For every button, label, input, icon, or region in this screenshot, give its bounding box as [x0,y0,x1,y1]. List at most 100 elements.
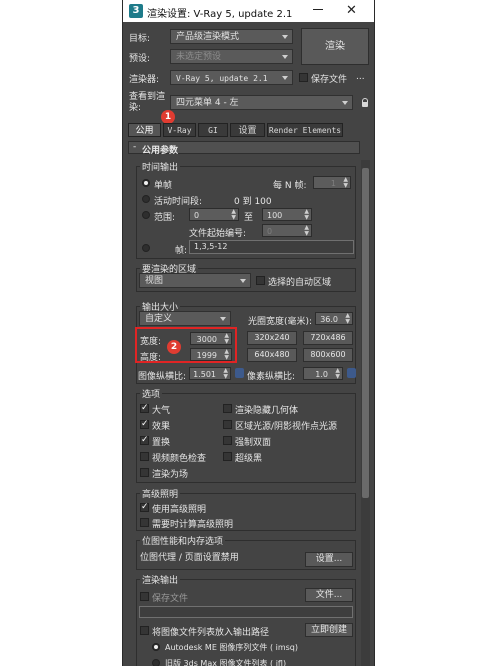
auto-region-checkbox[interactable] [256,276,265,285]
minimize-icon[interactable] [313,9,323,10]
effects-label: 效果 [152,422,171,432]
pixel-aspect-lock-icon[interactable] [347,368,356,378]
create-now-button[interactable]: 立即创建 [305,623,353,637]
every-n-value: 1 [330,179,336,188]
use-advanced-lighting-checkbox[interactable]: ✓ [140,503,149,512]
hidden-geometry-checkbox[interactable] [223,404,232,413]
atmosphere-checkbox[interactable]: ✓ [140,404,149,413]
render-setup-window: 3 渲染设置: V-Ray 5, update 2.1 ✕ 目标: 产品级渲染模… [122,0,375,666]
force-two-sided-checkbox[interactable] [223,436,232,445]
chevron-down-icon [342,101,348,105]
effects-checkbox[interactable]: ✓ [140,420,149,429]
active-segment-range: 0 到 100 [234,197,272,207]
preset-720x486-button[interactable]: 720x486 [303,331,353,345]
area-lights-checkbox[interactable] [223,420,232,429]
view-dropdown[interactable]: 四元菜单 4 - 左 [170,95,353,110]
preset-800x600-button[interactable]: 800x600 [303,348,353,362]
view-value: 四元菜单 4 - 左 [176,98,239,108]
options-title: 选项 [140,387,163,400]
files-button[interactable]: 文件... [305,588,353,602]
tab-settings[interactable]: 设置 [230,123,265,137]
pixel-aspect-label: 像素纵横比: [247,372,296,382]
preset-label: 预设: [129,54,151,64]
scrollbar-thumb[interactable] [362,168,369,498]
image-aspect-label: 图像纵横比: [138,372,187,382]
common-parameters-rollout[interactable]: - 公用参数 [128,141,360,156]
single-frame-radio[interactable] [142,179,150,187]
legacy-list-label: 旧版 3ds Max 图像文件列表 ( ifl) [165,659,287,666]
aperture-spinner[interactable]: 36.0 ▲ ▼ [315,312,353,325]
auto-region-label: 选择的自动区域 [268,278,332,288]
tab-render-elements[interactable]: Render Elements [267,123,343,137]
annotation-badge-1: 1 [161,110,175,124]
chevron-down-icon [240,279,246,283]
target-label: 目标: [129,34,151,44]
displacement-label: 置换 [152,438,171,448]
render-area-value: 视图 [145,276,164,286]
close-icon[interactable]: ✕ [346,3,357,18]
scrollbar[interactable] [361,160,370,666]
range-radio[interactable] [142,211,150,219]
chevron-down-icon [282,55,288,59]
output-path-field[interactable] [139,606,353,618]
range-from-spinner[interactable]: 0 ▲ ▼ [189,208,239,221]
frames-input[interactable]: 1,3,5-12 [189,240,354,254]
lock-icon[interactable] [362,98,368,107]
highlight-box [135,327,237,363]
compute-advanced-lighting-checkbox[interactable] [140,518,149,527]
render-area-dropdown[interactable]: 视图 [139,273,251,288]
video-color-checkbox[interactable] [140,452,149,461]
preset-640x480-button[interactable]: 640x480 [247,348,297,362]
area-lights-label: 区域光源/阴影视作点光源 [235,422,338,432]
spinner-arrows-icon: ▲ ▼ [304,208,309,221]
image-aspect-lock-icon[interactable] [235,368,244,378]
autodesk-seq-radio[interactable] [152,643,160,651]
title-bar: 3 渲染设置: V-Ray 5, update 2.1 ✕ [123,0,374,22]
preset-320x240-button[interactable]: 320x240 [247,331,297,345]
file-start-value: 0 [267,227,273,236]
super-black-label: 超级黑 [235,454,263,464]
more-button[interactable]: ... [356,72,365,82]
pixel-aspect-spinner[interactable]: 1.0 ▲ ▼ [303,367,343,380]
render-fields-checkbox[interactable] [140,468,149,477]
image-list-checkbox[interactable] [140,626,149,635]
compute-advanced-lighting-label: 需要时计算高级照明 [152,520,234,530]
image-aspect-value: 1.501 [193,370,216,379]
legacy-list-radio[interactable] [152,659,160,666]
pixel-aspect-value: 1.0 [315,370,328,379]
preset-value: 未选定预设 [176,52,222,62]
spinner-arrows-icon: ▲ ▼ [335,367,340,380]
tab-common[interactable]: 公用 [128,123,161,137]
tab-vray[interactable]: V-Ray [163,123,196,137]
tab-gi[interactable]: GI [198,123,228,137]
every-n-spinner[interactable]: 1 ▲ ▼ [313,176,351,189]
frames-radio[interactable] [142,244,150,252]
image-aspect-spinner[interactable]: 1.501 ▲ ▼ [189,367,231,380]
displacement-checkbox[interactable]: ✓ [140,436,149,445]
preset-dropdown[interactable]: 未选定预设 [170,49,293,64]
range-to-spinner[interactable]: 100 ▲ ▼ [262,208,312,221]
chevron-down-icon [220,317,226,321]
spinner-arrows-icon: ▲ ▼ [343,176,348,189]
save-file-checkbox[interactable] [299,73,308,82]
file-start-label: 文件起始编号: [189,229,247,239]
renderer-label: 渲染器: [129,75,160,85]
time-output-title: 时间输出 [140,160,181,173]
window-title: 渲染设置: V-Ray 5, update 2.1 [147,9,293,20]
frames-label: 帧: [175,246,188,256]
bitmap-setup-button[interactable]: 设置... [305,552,353,567]
save-output-checkbox[interactable] [140,592,149,601]
render-button[interactable]: 渲染 [301,28,369,65]
save-file-label: 保存文件 [311,75,348,85]
active-segment-radio[interactable] [142,195,150,203]
render-output-title: 渲染输出 [140,573,181,586]
render-fields-label: 渲染为场 [152,470,189,480]
force-two-sided-label: 强制双面 [235,438,272,448]
renderer-dropdown[interactable]: V-Ray 5, update 2.1 [170,70,293,85]
active-segment-label: 活动时间段: [154,197,203,207]
file-start-spinner[interactable]: 0 ▲ ▼ [262,224,312,237]
target-dropdown[interactable]: 产品级渲染模式 [170,29,293,44]
output-size-dropdown[interactable]: 自定义 [139,311,231,326]
range-from-value: 0 [194,211,200,220]
super-black-checkbox[interactable] [223,452,232,461]
